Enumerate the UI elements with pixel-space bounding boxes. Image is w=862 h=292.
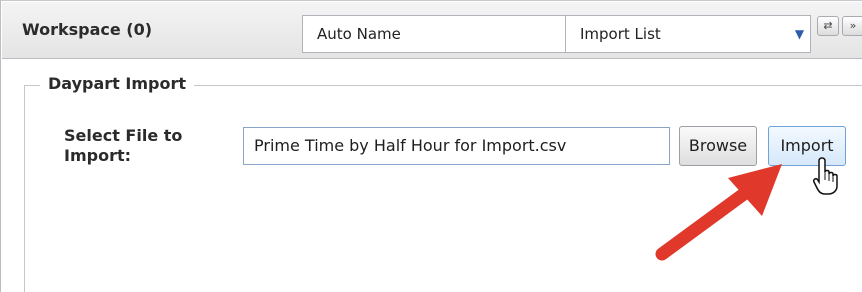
chevron-down-icon[interactable]: ▼: [789, 15, 811, 53]
workspace-header: Workspace (0) Auto Name Import List ▼ ⇄ …: [2, 2, 862, 59]
daypart-import-legend: Daypart Import: [40, 73, 194, 95]
auto-name-field[interactable]: Auto Name: [302, 15, 566, 53]
hand-pointer-icon: [813, 157, 838, 195]
app-stage: Workspace (0) Auto Name Import List ▼ ⇄ …: [0, 0, 862, 292]
import-list-select[interactable]: Import List: [565, 15, 790, 53]
double-chevron-right-icon[interactable]: »: [842, 16, 862, 36]
file-path-input[interactable]: Prime Time by Half Hour for Import.csv: [243, 127, 670, 165]
refresh-icon[interactable]: ⇄: [817, 16, 839, 36]
red-arrow-icon: [655, 164, 782, 261]
workspace-title: Workspace (0): [22, 20, 153, 39]
select-file-label: Select File to Import:: [64, 126, 183, 165]
